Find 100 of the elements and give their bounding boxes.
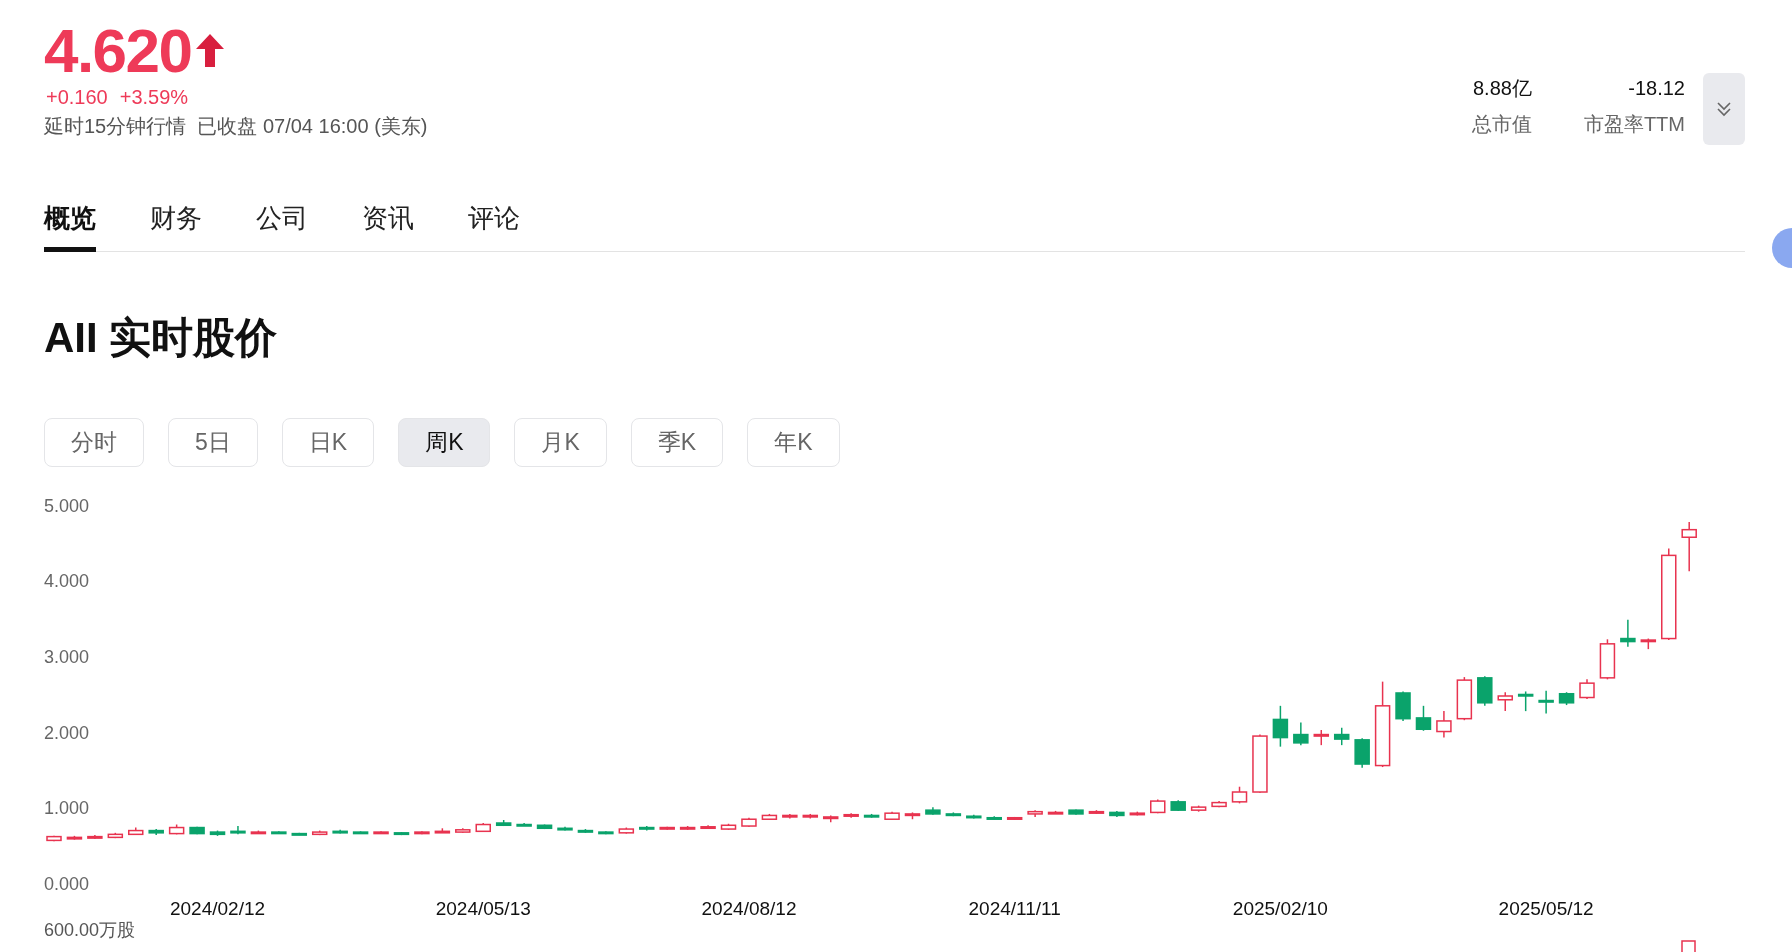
candlestick [761, 813, 778, 821]
up-arrow-icon [195, 33, 226, 69]
candlestick [1620, 618, 1636, 648]
candlestick [1497, 691, 1513, 712]
candlestick [291, 832, 308, 836]
candlestick [475, 822, 491, 833]
candlestick [455, 827, 471, 834]
period-button[interactable]: 季K [630, 418, 724, 467]
candlestick [495, 819, 512, 827]
candlestick [1211, 800, 1227, 808]
candlestick [1599, 638, 1616, 681]
candlestick [863, 813, 880, 819]
double-chevron-down-icon [1715, 100, 1733, 118]
stat-value: 8.88亿 [1472, 76, 1532, 101]
candlestick [46, 835, 62, 842]
candlestick [536, 823, 553, 830]
candlestick [1681, 521, 1697, 572]
market-status: 延时15分钟行情 已收盘 07/04 16:00 (美东) [44, 114, 428, 139]
candlestick [986, 815, 1002, 820]
candlestick [189, 826, 205, 836]
candlestick [884, 810, 900, 821]
period-button[interactable]: 分时 [44, 418, 144, 467]
candlestick [1395, 690, 1411, 722]
candlestick [1293, 721, 1309, 746]
candlestick [1558, 691, 1575, 706]
candlestick [1456, 676, 1473, 721]
candlestick [414, 830, 430, 836]
candlestick [128, 826, 144, 836]
axis-label: 2025/05/12 [1498, 898, 1594, 919]
candlestick [598, 830, 614, 836]
tab[interactable]: 财务 [150, 201, 202, 252]
axis-label: 0.000 [44, 873, 90, 894]
candlestick [393, 831, 410, 836]
axis-label: 3.000 [44, 646, 90, 667]
period-button[interactable]: 5日 [168, 418, 258, 467]
axis-label: 2024/05/13 [435, 898, 531, 919]
candlestick [311, 829, 328, 836]
tab[interactable]: 评论 [468, 201, 520, 252]
axis-label: 2.000 [44, 722, 90, 743]
candlestick [1006, 816, 1023, 821]
stock-price: 4.620 [44, 18, 192, 84]
candlestick [843, 812, 859, 819]
candlestick [1272, 705, 1289, 748]
candlestick [516, 822, 532, 827]
candlestick [1047, 810, 1064, 815]
period-button[interactable]: 周K [398, 418, 491, 467]
section-title: AII 实时股价 [44, 313, 279, 363]
axis-label: 2024/02/12 [169, 898, 266, 919]
candlestick [557, 826, 573, 832]
candlestick [618, 826, 635, 835]
candlestick [209, 829, 226, 837]
percent-change: +3.59% [119, 85, 189, 110]
candlestick [966, 813, 982, 820]
candlestick [1088, 809, 1105, 815]
expand-button[interactable] [1703, 73, 1745, 145]
candlestick [1333, 727, 1350, 746]
axis-label: 2025/02/10 [1232, 898, 1328, 919]
candlestick [1068, 808, 1084, 816]
candlestick [822, 814, 839, 823]
candlestick [1354, 737, 1370, 769]
candlestick [1190, 804, 1207, 813]
candlestick [577, 828, 594, 834]
candlestick [1170, 799, 1186, 812]
tab[interactable]: 概览 [44, 201, 96, 252]
candlestick [802, 813, 819, 820]
volume-bar [1681, 940, 1697, 952]
period-button[interactable]: 日K [281, 418, 375, 467]
price-change: +0.160 [46, 85, 108, 110]
candlestick [925, 806, 941, 816]
candlestick [1517, 690, 1534, 712]
axis-label: 5.000 [44, 495, 90, 516]
axis-label: 1.000 [44, 798, 90, 819]
stat-label: 市盈率TTM [1583, 112, 1685, 137]
candlestick [1313, 729, 1330, 746]
stat-value: -18.12 [1628, 76, 1685, 101]
stat-label: 总市值 [1471, 112, 1532, 137]
candlestick [1231, 785, 1248, 805]
candlestick [700, 824, 716, 830]
candlestick [720, 823, 737, 831]
candlestick [945, 811, 962, 817]
candlestick [107, 832, 124, 839]
volume-axis-label: 600.00万股 [44, 920, 137, 940]
candlestick [434, 827, 451, 834]
axis-label: 2024/11/11 [968, 898, 1061, 919]
candlestick [352, 830, 369, 835]
tab[interactable]: 资讯 [362, 201, 414, 252]
candlestick [66, 835, 83, 841]
candlestick [271, 830, 287, 835]
candlestick [639, 825, 655, 832]
tab[interactable]: 公司 [256, 201, 308, 252]
period-button[interactable]: 年K [747, 418, 840, 467]
candlestick [741, 816, 757, 828]
candlestick [1252, 733, 1268, 794]
candlestick [373, 830, 389, 835]
candlestick [1150, 798, 1166, 814]
period-button[interactable]: 月K [514, 418, 607, 467]
candlestick [1477, 675, 1493, 707]
candlestick [332, 829, 348, 835]
candlestick [659, 826, 675, 831]
candlestick [679, 825, 696, 831]
